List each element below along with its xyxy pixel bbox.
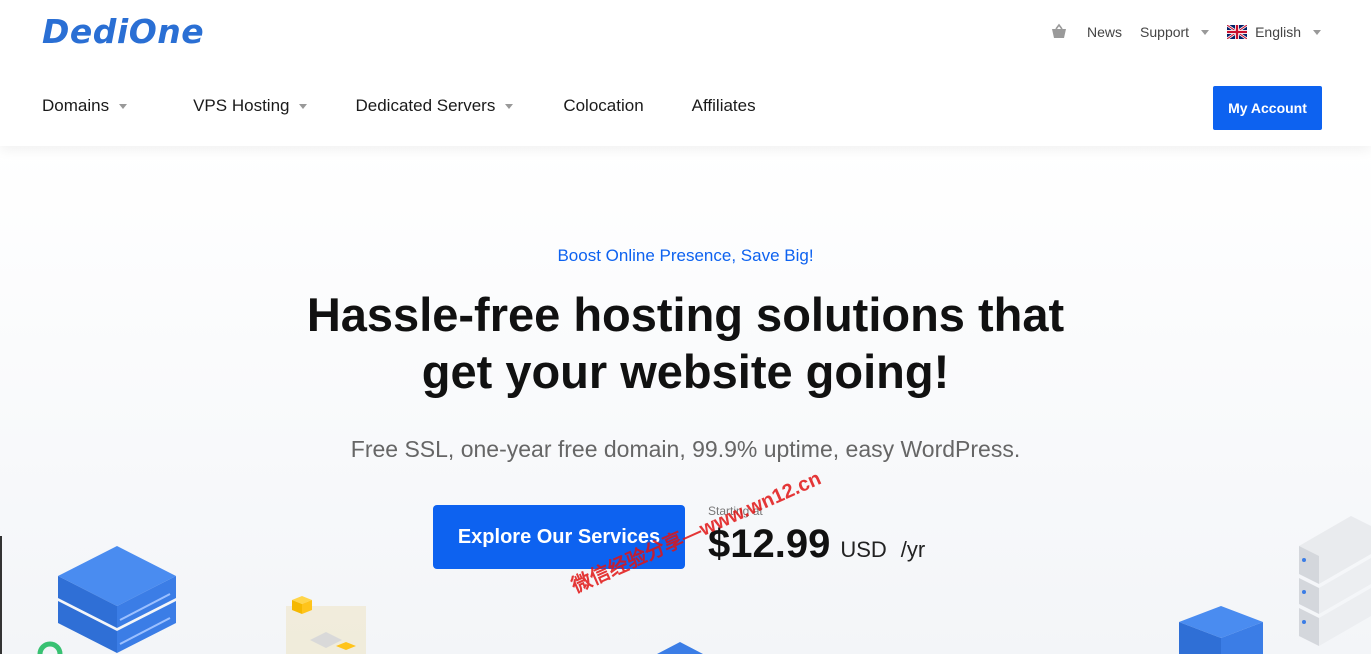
grey-server-illustration bbox=[1299, 516, 1371, 646]
chevron-down-icon bbox=[299, 103, 308, 109]
nav-item-label: Colocation bbox=[563, 96, 644, 115]
nav-item-dedicated-servers[interactable]: Dedicated Servers bbox=[355, 96, 514, 116]
news-label: News bbox=[1087, 24, 1123, 40]
nav-item-label: Domains bbox=[42, 96, 110, 115]
headline-line-2: get your website going! bbox=[421, 345, 950, 398]
hero-subline: Free SSL, one-year free domain, 99.9% up… bbox=[350, 436, 1021, 462]
chevron-down-icon bbox=[505, 103, 514, 109]
hero-eyebrow: Boost Online Presence, Save Big! bbox=[557, 246, 814, 265]
uk-flag-icon bbox=[1227, 25, 1248, 39]
nav-item-label: Dedicated Servers bbox=[355, 96, 496, 115]
cart-link[interactable] bbox=[1049, 22, 1069, 42]
support-menu[interactable]: Support bbox=[1140, 24, 1210, 40]
support-label: Support bbox=[1140, 24, 1190, 40]
chevron-down-icon bbox=[119, 103, 128, 109]
nav-item-label: Affiliates bbox=[691, 96, 756, 115]
small-block-illustration bbox=[657, 642, 703, 654]
cart-icon bbox=[1052, 23, 1067, 38]
price-row: $12.99 USD /yr bbox=[708, 522, 925, 567]
main-nav: Domains VPS Hosting Dedicated Servers Co… bbox=[42, 96, 804, 116]
nav-item-affiliates[interactable]: Affiliates bbox=[692, 96, 756, 116]
chevron-down-icon bbox=[1201, 29, 1210, 35]
hero-section: Boost Online Presence, Save Big! Hassle-… bbox=[0, 146, 1371, 654]
my-account-button[interactable]: My Account bbox=[1213, 86, 1322, 130]
nav-item-label: VPS Hosting bbox=[193, 96, 290, 115]
chevron-down-icon bbox=[1313, 29, 1321, 35]
headline-line-1: Hassle-free hosting solutions that bbox=[306, 288, 1065, 341]
nav-item-vps-hosting[interactable]: VPS Hosting bbox=[193, 96, 308, 116]
site-header: DediOne News Support English Domains VPS… bbox=[0, 0, 1371, 146]
cube-illustration bbox=[286, 596, 366, 654]
nav-item-domains[interactable]: Domains bbox=[42, 96, 128, 116]
nav-item-colocation[interactable]: Colocation bbox=[563, 96, 643, 116]
price-currency: USD bbox=[840, 537, 887, 562]
server-stack-illustration bbox=[0, 536, 176, 654]
news-link[interactable]: News bbox=[1087, 24, 1122, 40]
top-utility-bar: News Support English bbox=[1049, 22, 1321, 42]
hero-headline: Hassle-free hosting solutions that get y… bbox=[0, 286, 1371, 400]
language-selector[interactable]: English bbox=[1227, 24, 1321, 40]
blue-block-illustration bbox=[1179, 606, 1263, 654]
logo[interactable]: DediOne bbox=[42, 12, 204, 51]
language-label: English bbox=[1255, 24, 1301, 40]
price-period: /yr bbox=[900, 537, 926, 562]
